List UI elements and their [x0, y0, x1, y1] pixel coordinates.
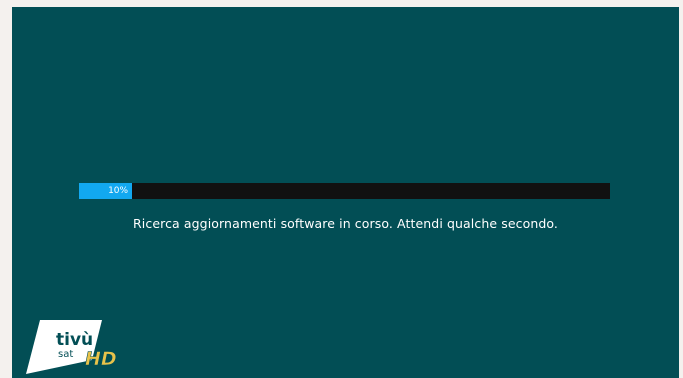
status-message: Ricerca aggiornamenti software in corso.…	[132, 216, 558, 231]
tivusat-hd-logo: tivù sat HD	[26, 320, 117, 374]
progress-bar-fill: 10%	[79, 183, 133, 199]
tv-screen: 10% Ricerca aggiornamenti software in co…	[12, 7, 679, 378]
logo-sub-text: sat	[58, 349, 73, 360]
logo-brand-text: tivù	[56, 330, 93, 350]
progress-percent-label: 10%	[108, 186, 129, 196]
update-progress-bar: 10%	[79, 183, 610, 199]
logo-badge-text: HD	[85, 348, 117, 370]
